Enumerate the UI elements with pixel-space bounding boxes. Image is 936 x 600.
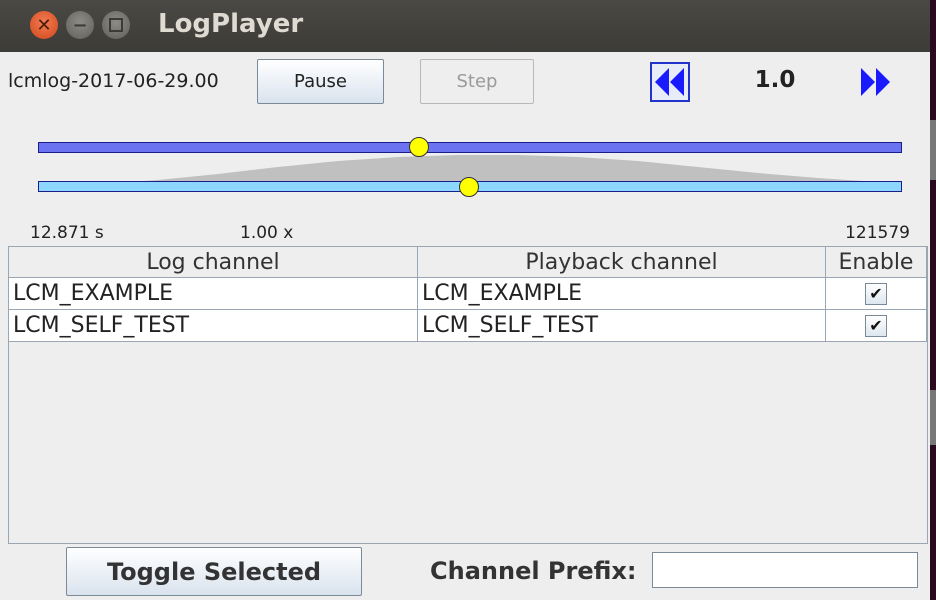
enable-cell: ✔ <box>826 310 927 342</box>
event-count: 121579 <box>845 223 910 243</box>
minimize-icon[interactable]: − <box>66 11 94 39</box>
playback-rate: 1.00 x <box>240 223 294 243</box>
rewind-icon[interactable] <box>650 62 690 102</box>
channel-prefix-input[interactable] <box>652 552 918 588</box>
column-header-playback-channel[interactable]: Playback channel <box>418 247 826 278</box>
speed-value: 1.0 <box>754 67 796 93</box>
double-left-arrow-icon <box>655 68 684 96</box>
table-row[interactable]: LCM_SELF_TEST LCM_SELF_TEST ✔ <box>9 310 927 342</box>
maximize-icon[interactable] <box>102 11 130 39</box>
column-header-log-channel[interactable]: Log channel <box>9 247 418 278</box>
toggle-selected-button[interactable]: Toggle Selected <box>66 547 362 596</box>
channel-table: Log channel Playback channel Enable LCM_… <box>8 246 928 544</box>
jump-slider-knob[interactable] <box>459 177 479 197</box>
enable-cell: ✔ <box>826 278 927 310</box>
step-button[interactable]: Step <box>420 59 534 104</box>
enable-checkbox[interactable]: ✔ <box>865 282 887 305</box>
logplayer-window: ✕ − LogPlayer lcmlog-2017-06-29.00 Pause… <box>0 0 930 600</box>
column-header-enable[interactable]: Enable <box>826 247 927 278</box>
enable-checkbox[interactable]: ✔ <box>865 314 887 337</box>
channel-prefix-label: Channel Prefix: <box>430 557 637 585</box>
table-row[interactable]: LCM_EXAMPLE LCM_EXAMPLE ✔ <box>9 278 927 310</box>
playback-channel-cell[interactable]: LCM_SELF_TEST <box>418 310 826 342</box>
elapsed-time: 12.871 s <box>30 223 104 243</box>
playback-channel-cell[interactable]: LCM_EXAMPLE <box>418 278 826 310</box>
fast-forward-icon[interactable] <box>855 62 895 102</box>
log-file-name: lcmlog-2017-06-29.00 <box>8 70 219 92</box>
log-channel-cell[interactable]: LCM_EXAMPLE <box>9 278 418 310</box>
window-title: LogPlayer <box>158 9 304 39</box>
close-icon[interactable]: ✕ <box>30 11 58 39</box>
double-right-arrow-icon <box>861 68 890 96</box>
title-bar: ✕ − LogPlayer <box>0 0 930 52</box>
pause-button[interactable]: Pause <box>257 59 384 104</box>
position-slider-track[interactable] <box>38 142 902 153</box>
log-channel-cell[interactable]: LCM_SELF_TEST <box>9 310 418 342</box>
position-slider-knob[interactable] <box>409 137 429 157</box>
